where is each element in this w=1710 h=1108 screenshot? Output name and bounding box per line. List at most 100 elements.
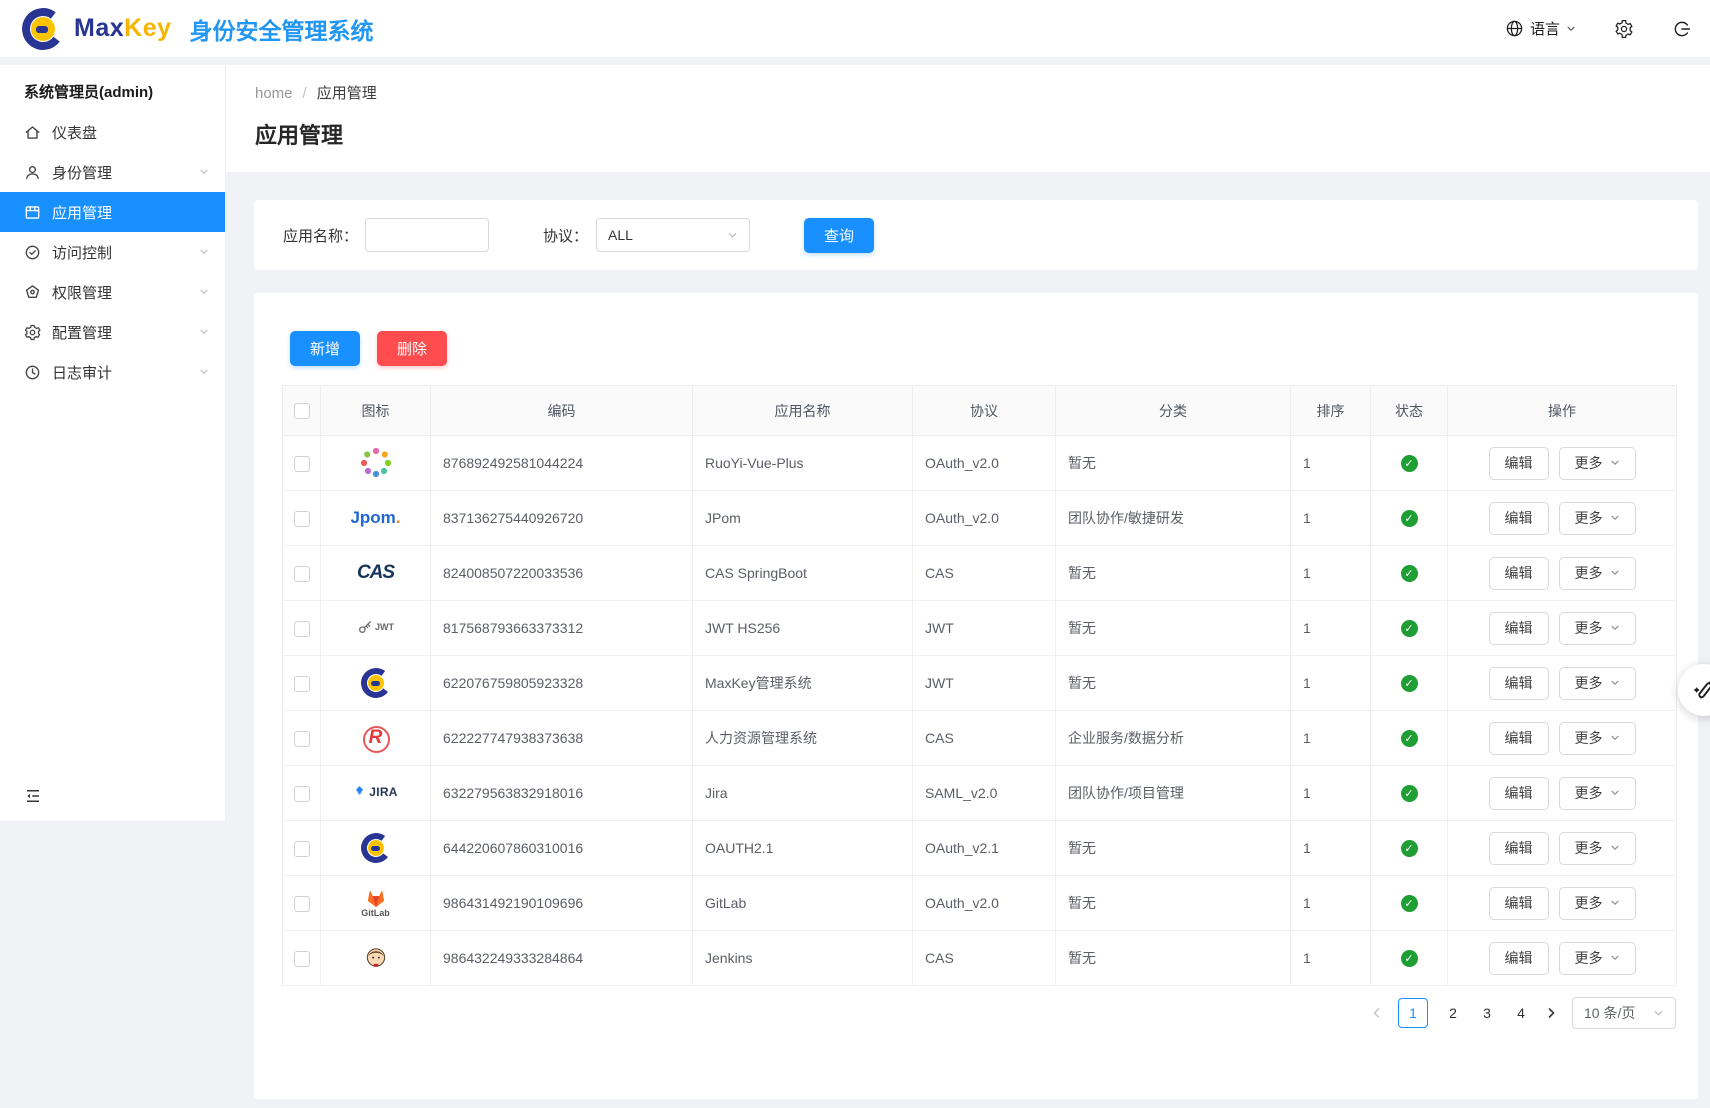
more-button[interactable]: 更多 (1559, 942, 1636, 975)
chevron-down-icon (1610, 843, 1620, 853)
row-checkbox[interactable] (294, 566, 310, 582)
app-name: GitLab (693, 876, 913, 931)
jwt-logo: JWT (357, 622, 394, 638)
language-selector[interactable]: 语言 (1505, 18, 1576, 39)
app-name: CAS SpringBoot (693, 546, 913, 601)
status-enabled-icon: ✓ (1401, 565, 1418, 582)
edit-button[interactable]: 编辑 (1489, 887, 1549, 920)
sidebar-item-permission[interactable]: 权限管理 (0, 272, 225, 312)
app-protocol: JWT (913, 601, 1056, 656)
edit-button[interactable]: 编辑 (1489, 777, 1549, 810)
sidebar-item-access[interactable]: 访问控制 (0, 232, 225, 272)
edit-button[interactable]: 编辑 (1489, 502, 1549, 535)
app-sort: 1 (1291, 656, 1371, 711)
edit-button[interactable]: 编辑 (1489, 942, 1549, 975)
select-all-checkbox[interactable] (294, 403, 310, 419)
chevron-down-icon (1610, 513, 1620, 523)
more-button[interactable]: 更多 (1559, 887, 1636, 920)
delete-button[interactable]: 删除 (377, 331, 447, 366)
edit-button[interactable]: 编辑 (1489, 612, 1549, 645)
row-checkbox[interactable] (294, 456, 310, 472)
ruoyi-logo (358, 467, 394, 483)
gear-icon[interactable] (1614, 19, 1634, 39)
table-toolbar: 新增 删除 (254, 293, 1698, 366)
page-button-4[interactable]: 4 (1512, 1005, 1530, 1021)
app-sort: 1 (1291, 931, 1371, 986)
sidebar-item-dashboard[interactable]: 仪表盘 (0, 112, 225, 152)
app-sort: 1 (1291, 491, 1371, 546)
page-button-2[interactable]: 2 (1444, 1005, 1462, 1021)
edit-button[interactable]: 编辑 (1489, 722, 1549, 755)
config-icon (24, 324, 41, 341)
status-enabled-icon: ✓ (1401, 455, 1418, 472)
edit-button[interactable]: 编辑 (1489, 667, 1549, 700)
edit-button[interactable]: 编辑 (1489, 832, 1549, 865)
more-button[interactable]: 更多 (1559, 777, 1636, 810)
more-button[interactable]: 更多 (1559, 722, 1636, 755)
sidebar-item-label: 仪表盘 (52, 122, 209, 143)
app-name-input[interactable] (365, 218, 489, 252)
language-label: 语言 (1530, 18, 1560, 39)
edit-button[interactable]: 编辑 (1489, 557, 1549, 590)
sidebar-item-label: 应用管理 (52, 202, 209, 223)
sidebar-item-identity[interactable]: 身份管理 (0, 152, 225, 192)
add-button[interactable]: 新增 (290, 331, 360, 366)
app-name: Jenkins (693, 931, 913, 986)
app-sort: 1 (1291, 711, 1371, 766)
row-checkbox[interactable] (294, 676, 310, 692)
sidebar-user: 系统管理员(admin) (0, 65, 225, 112)
app-header: MaxKey 身份安全管理系统 语言 (0, 0, 1710, 57)
more-button[interactable]: 更多 (1559, 502, 1636, 535)
row-checkbox[interactable] (294, 786, 310, 802)
sidebar-item-apps[interactable]: 应用管理 (0, 192, 225, 232)
more-button[interactable]: 更多 (1559, 832, 1636, 865)
row-checkbox[interactable] (294, 951, 310, 967)
app-protocol: OAuth_v2.0 (913, 876, 1056, 931)
protocol-select[interactable]: ALL (596, 218, 750, 252)
next-page-button[interactable] (1545, 1007, 1557, 1019)
sidebar-item-audit[interactable]: 日志审计 (0, 352, 225, 392)
more-button[interactable]: 更多 (1559, 667, 1636, 700)
chevron-down-icon (199, 167, 209, 177)
menu-fold-icon[interactable] (24, 787, 42, 805)
status-enabled-icon: ✓ (1401, 950, 1418, 967)
row-checkbox[interactable] (294, 841, 310, 857)
more-button[interactable]: 更多 (1559, 557, 1636, 590)
search-button[interactable]: 查询 (804, 218, 874, 253)
breadcrumb-home[interactable]: home (255, 85, 293, 102)
app-sort: 1 (1291, 766, 1371, 821)
row-checkbox[interactable] (294, 511, 310, 527)
table-row: JWT817568793663373312JWT HS256JWT暂无1✓编辑更… (283, 601, 1677, 656)
table-row: 876892492581044224RuoYi-Vue-PlusOAuth_v2… (283, 436, 1677, 491)
dashboard-icon (24, 124, 41, 141)
page-button-3[interactable]: 3 (1478, 1005, 1496, 1021)
app-code: 644220607860310016 (431, 821, 693, 876)
magic-wand-icon (1691, 677, 1710, 703)
chevron-down-icon (1610, 458, 1620, 468)
row-checkbox[interactable] (294, 896, 310, 912)
status-enabled-icon: ✓ (1401, 785, 1418, 802)
page-header-band: home/应用管理 应用管理 (225, 65, 1710, 172)
app-protocol: JWT (913, 656, 1056, 711)
prev-page-button[interactable] (1371, 1007, 1383, 1019)
table-row: 986432249333284864JenkinsCAS暂无1✓编辑更多 (283, 931, 1677, 986)
status-enabled-icon: ✓ (1401, 840, 1418, 857)
chevron-down-icon (199, 247, 209, 257)
row-checkbox[interactable] (294, 621, 310, 637)
row-checkbox[interactable] (294, 731, 310, 747)
page-size-select[interactable]: 10 条/页 (1572, 997, 1676, 1029)
app-name: JPom (693, 491, 913, 546)
sidebar-item-config[interactable]: 配置管理 (0, 312, 225, 352)
more-button[interactable]: 更多 (1559, 447, 1636, 480)
edit-button[interactable]: 编辑 (1489, 447, 1549, 480)
globe-icon (1505, 19, 1524, 38)
jira-logo: JIRA (353, 786, 398, 802)
brand-logo[interactable]: MaxKey 身份安全管理系统 (22, 8, 374, 50)
col-sort: 排序 (1291, 386, 1371, 436)
sidebar-item-label: 权限管理 (52, 282, 188, 303)
page-button-1[interactable]: 1 (1398, 998, 1428, 1028)
app-code: 622076759805923328 (431, 656, 693, 711)
logout-icon[interactable] (1672, 19, 1692, 39)
more-button[interactable]: 更多 (1559, 612, 1636, 645)
app-code: 824008507220033536 (431, 546, 693, 601)
